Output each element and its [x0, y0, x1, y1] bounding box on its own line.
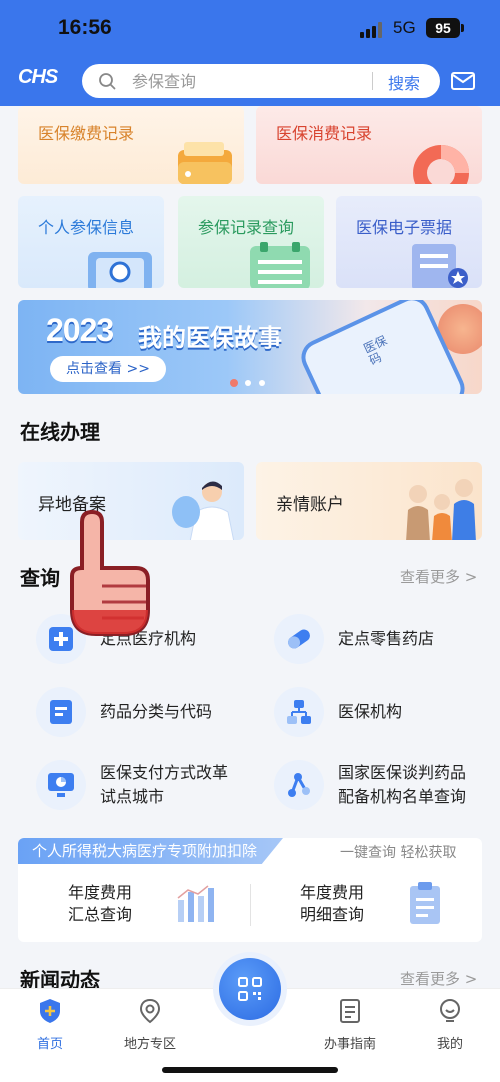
- search-icon: [99, 73, 116, 90]
- banner-year: 2023: [46, 312, 114, 348]
- tax-tag: 个人所得税大病医疗专项附加扣除: [18, 838, 284, 864]
- news-more-link[interactable]: 查看更多 >: [400, 968, 477, 989]
- clipboard-icon: [250, 242, 310, 288]
- person-illustration-icon: [172, 481, 235, 540]
- qr-scan-icon: [238, 977, 262, 1001]
- status-time: 16:56: [58, 16, 112, 39]
- tax-subtitle: 一键查询 轻松获取: [340, 845, 457, 861]
- nav-item-guide[interactable]: 办事指南: [310, 997, 390, 1052]
- pie-chart-icon: [413, 145, 469, 184]
- search-bar[interactable]: 搜索: [82, 64, 440, 98]
- query-item-label-line1: 医保支付方式改革: [100, 763, 229, 782]
- lantern-icon: [438, 304, 482, 354]
- banner-view-button[interactable]: 点击查看 >>: [50, 356, 166, 382]
- query-more-link[interactable]: 查看更多 >: [400, 566, 477, 587]
- home-shield-icon: [40, 999, 60, 1023]
- card-label: 个人参保信息: [38, 218, 135, 237]
- query-item-label: 医保机构: [338, 702, 403, 721]
- network-icon: [274, 760, 324, 810]
- nav-item-home[interactable]: 首页: [10, 997, 90, 1052]
- banner-title: 我的医保故事: [138, 324, 282, 352]
- thumbs-up-icon: [70, 510, 150, 636]
- query-item-negotiated-drugs[interactable]: 国家医保谈判药品 配备机构名单查询: [274, 760, 466, 810]
- phone-illustration: 医保码: [300, 300, 466, 394]
- profile-icon: [440, 999, 460, 1022]
- wallet-icon: [178, 142, 232, 184]
- tax-item-line2: 明细查询: [300, 905, 365, 924]
- online-item-label: 亲情账户: [276, 495, 344, 515]
- guide-doc-icon: [340, 999, 360, 1023]
- card-electronic-receipt[interactable]: 医保电子票据: [336, 196, 482, 288]
- section-title-query: 查询: [20, 566, 60, 590]
- network-type: 5G: [393, 18, 416, 37]
- chs-logo: CHS: [18, 66, 58, 88]
- tax-divider: [250, 884, 251, 926]
- nav-label: 首页: [36, 1037, 63, 1052]
- query-item-drug-classification[interactable]: 药品分类与代码: [36, 687, 212, 737]
- tax-annual-summary[interactable]: 年度费用 汇总查询: [68, 882, 132, 926]
- query-item-label: 医保支付方式改革 试点城市: [100, 761, 228, 809]
- qr-scan-button[interactable]: [219, 958, 281, 1020]
- tax-deduction-panel: 个人所得税大病医疗专项附加扣除 一键查询 轻松获取 年度费用 汇总查询 年度费用…: [18, 838, 482, 942]
- query-item-designated-pharmacy[interactable]: 定点零售药店: [274, 614, 434, 664]
- nav-label: 我的: [436, 1037, 463, 1052]
- search-divider: [372, 72, 373, 90]
- battery-icon: 95: [426, 18, 464, 38]
- query-item-label: 国家医保谈判药品 配备机构名单查询: [338, 761, 466, 809]
- org-chart-icon: [274, 687, 324, 737]
- document-icon: [36, 687, 86, 737]
- phone-text: 医保码: [361, 333, 390, 368]
- nav-item-mine[interactable]: 我的: [410, 997, 490, 1052]
- card-label: 医保消费记录: [276, 124, 373, 143]
- carousel-dots: [230, 379, 265, 387]
- signal-icon: [360, 22, 382, 38]
- receipt-icon: [412, 244, 468, 288]
- top-header: 16:56 5G 95 CHS 搜索: [0, 0, 500, 106]
- query-item-label: 定点零售药店: [338, 629, 435, 648]
- search-input[interactable]: [132, 64, 362, 98]
- card-label: 参保记录查询: [198, 218, 295, 237]
- card-consumption-records[interactable]: 医保消费记录: [256, 106, 482, 184]
- query-item-insurance-agency[interactable]: 医保机构: [274, 687, 402, 737]
- tax-item-line1: 年度费用: [68, 883, 133, 902]
- card-personal-insurance-info[interactable]: 个人参保信息: [18, 196, 164, 288]
- bar-chart-icon: [177, 885, 214, 922]
- clipboard-list-icon: [410, 882, 440, 924]
- nav-item-local[interactable]: 地方专区: [110, 997, 190, 1052]
- home-indicator: [162, 1067, 338, 1073]
- card-label: 医保缴费记录: [38, 124, 135, 143]
- tax-item-line1: 年度费用: [300, 883, 365, 902]
- query-item-label-line2: 试点城市: [100, 787, 165, 806]
- pill-icon: [274, 614, 324, 664]
- family-illustration-icon: [406, 479, 476, 540]
- location-pin-icon: [139, 998, 161, 1024]
- query-item-label: 药品分类与代码: [100, 702, 213, 721]
- section-title-online: 在线办理: [20, 420, 100, 444]
- tax-annual-detail[interactable]: 年度费用 明细查询: [300, 882, 364, 926]
- card-insurance-record-query[interactable]: 参保记录查询: [178, 196, 324, 288]
- search-button[interactable]: 搜索: [388, 70, 420, 94]
- tax-item-line2: 汇总查询: [68, 905, 133, 924]
- nav-label: 办事指南: [323, 1037, 376, 1052]
- user-search-icon: [88, 252, 152, 288]
- card-payment-records[interactable]: 医保缴费记录: [18, 106, 244, 184]
- card-label: 医保电子票据: [356, 218, 453, 237]
- online-item-family-account[interactable]: 亲情账户: [256, 462, 482, 540]
- query-item-label-line1: 国家医保谈判药品: [338, 763, 467, 782]
- nav-label: 地方专区: [123, 1037, 176, 1052]
- query-item-payment-reform[interactable]: 医保支付方式改革 试点城市: [36, 760, 228, 810]
- monitor-chart-icon: [36, 760, 86, 810]
- mail-icon[interactable]: [450, 70, 476, 92]
- query-item-label-line2: 配备机构名单查询: [338, 787, 467, 806]
